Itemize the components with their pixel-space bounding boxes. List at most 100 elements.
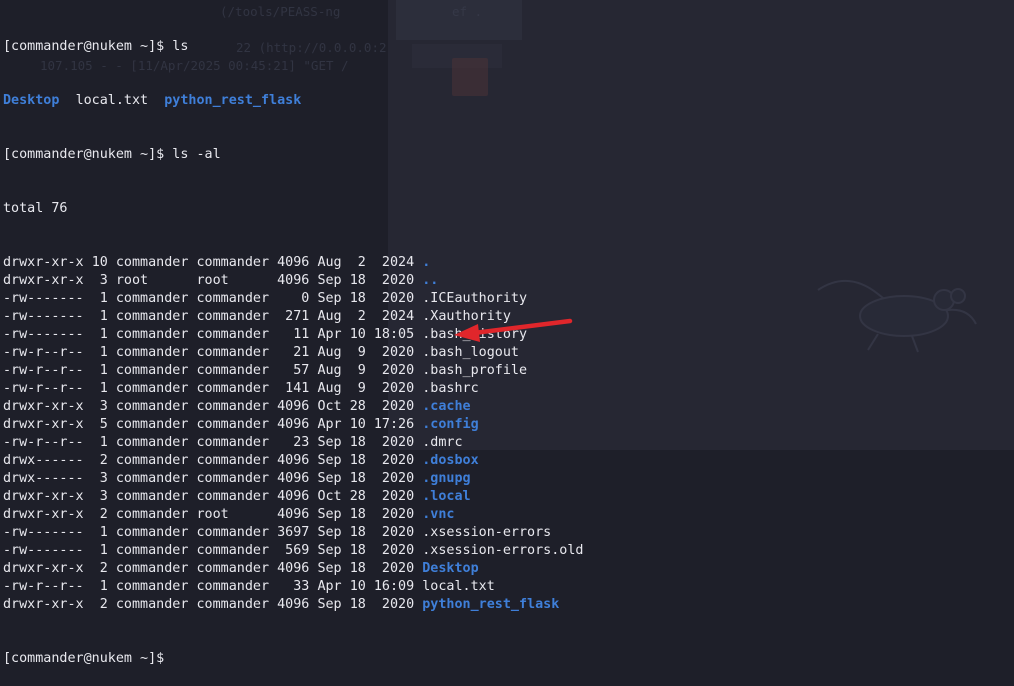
listing-day: 2 (349, 309, 366, 324)
listing-links: 1 (91, 309, 108, 324)
listing-owner: commander (115, 489, 189, 504)
listing-time: 2020 (373, 399, 415, 414)
listing-links: 2 (91, 561, 108, 576)
listing-name: .bash_logout (422, 345, 519, 360)
listing-day: 10 (349, 417, 366, 432)
listing-size: 141 (277, 381, 310, 396)
listing-row: -rw------- 1 commander commander 3697 Se… (3, 524, 1003, 542)
listing-name: .xsession-errors (422, 525, 552, 540)
listing-month: Sep (317, 561, 342, 576)
listing-group: commander (196, 543, 270, 558)
listing-links: 1 (91, 381, 108, 396)
listing-name: .bashrc (422, 381, 479, 396)
listing-group: commander (196, 489, 270, 504)
listing-entries: drwxr-xr-x 10 commander commander 4096 A… (3, 254, 1003, 614)
listing-name: .bash_profile (422, 363, 528, 378)
listing-row: -rw-r--r-- 1 commander commander 33 Apr … (3, 578, 1003, 596)
listing-links: 1 (91, 363, 108, 378)
listing-perm: drwxr-xr-x (3, 597, 84, 612)
listing-day: 9 (349, 345, 366, 360)
listing-links: 1 (91, 579, 108, 594)
listing-month: Apr (317, 579, 342, 594)
listing-month: Oct (317, 399, 342, 414)
listing-perm: drwxr-xr-x (3, 273, 84, 288)
listing-row: -rw-r--r-- 1 commander commander 21 Aug … (3, 344, 1003, 362)
listing-month: Oct (317, 489, 342, 504)
listing-perm: -rw-r--r-- (3, 381, 84, 396)
listing-group: commander (196, 345, 270, 360)
listing-group: commander (196, 561, 270, 576)
listing-group: commander (196, 579, 270, 594)
listing-name: .xsession-errors.old (422, 543, 584, 558)
terminal-output[interactable]: [commander@nukem ~]$ ls Desktop local.tx… (3, 2, 1003, 686)
listing-perm: -rw------- (3, 327, 84, 342)
total-line: total 76 (3, 201, 68, 216)
listing-time: 18:05 (373, 327, 415, 342)
listing-size: 0 (277, 291, 310, 306)
listing-row: -rw-r--r-- 1 commander commander 57 Aug … (3, 362, 1003, 380)
listing-name: . (422, 255, 431, 270)
listing-perm: -rw------- (3, 291, 84, 306)
listing-perm: drwxr-xr-x (3, 561, 84, 576)
listing-day: 28 (349, 489, 366, 504)
red-arrow-icon (454, 318, 573, 342)
listing-size: 4096 (277, 597, 310, 612)
listing-owner: commander (115, 561, 189, 576)
listing-month: Aug (317, 363, 342, 378)
listing-perm: -rw-r--r-- (3, 435, 84, 450)
listing-owner: commander (115, 543, 189, 558)
command-ls-al: ls -al (164, 147, 221, 162)
listing-name: Desktop (422, 561, 479, 576)
listing-owner: commander (115, 597, 189, 612)
listing-links: 1 (91, 327, 108, 342)
listing-group: commander (196, 471, 270, 486)
prompt: [commander@nukem ~]$ (3, 39, 165, 54)
listing-month: Sep (317, 507, 342, 522)
listing-size: 11 (277, 327, 310, 342)
listing-time: 2020 (373, 453, 415, 468)
listing-time: 2020 (373, 561, 415, 576)
listing-day: 9 (349, 363, 366, 378)
listing-links: 3 (91, 399, 108, 414)
listing-time: 17:26 (373, 417, 415, 432)
listing-name: .dmrc (422, 435, 463, 450)
listing-day: 18 (349, 435, 366, 450)
ls-item-desktop: Desktop (3, 93, 60, 108)
listing-group: commander (196, 525, 270, 540)
listing-month: Sep (317, 597, 342, 612)
listing-row: drwxr-xr-x 2 commander commander 4096 Se… (3, 596, 1003, 614)
listing-name: .dosbox (422, 453, 479, 468)
listing-links: 1 (91, 543, 108, 558)
listing-name: local.txt (422, 579, 495, 594)
listing-day: 18 (349, 453, 366, 468)
listing-month: Sep (317, 291, 342, 306)
listing-perm: drwx------ (3, 453, 84, 468)
listing-group: root (196, 507, 270, 522)
listing-links: 1 (91, 525, 108, 540)
listing-name: .ICEauthority (422, 291, 528, 306)
listing-size: 4096 (277, 417, 310, 432)
listing-owner: commander (115, 345, 189, 360)
listing-perm: -rw-r--r-- (3, 363, 84, 378)
listing-owner: commander (115, 399, 189, 414)
listing-group: commander (196, 255, 270, 270)
listing-month: Sep (317, 471, 342, 486)
listing-owner: commander (115, 381, 189, 396)
listing-day: 18 (349, 561, 366, 576)
listing-owner: commander (115, 291, 189, 306)
final-prompt-line: [commander@nukem ~]$ (3, 650, 1003, 668)
listing-day: 18 (349, 471, 366, 486)
listing-size: 4096 (277, 273, 310, 288)
listing-perm: drwxr-xr-x (3, 255, 84, 270)
listing-name: .local (422, 489, 471, 504)
ls-item-python-rest-flask: python_rest_flask (164, 93, 302, 108)
ls-item-local-txt: local.txt (75, 93, 149, 108)
listing-owner: commander (115, 579, 189, 594)
listing-day: 18 (349, 273, 366, 288)
listing-row: drwxr-xr-x 10 commander commander 4096 A… (3, 254, 1003, 272)
listing-time: 2020 (373, 525, 415, 540)
listing-size: 21 (277, 345, 310, 360)
listing-day: 28 (349, 399, 366, 414)
listing-owner: commander (115, 435, 189, 450)
listing-perm: drwx------ (3, 471, 84, 486)
